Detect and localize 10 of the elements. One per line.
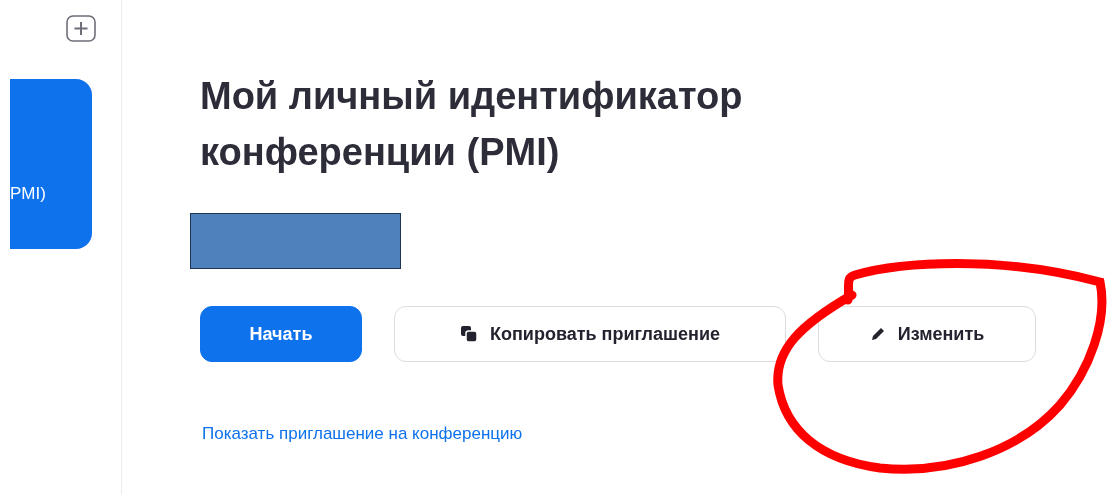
meeting-id-tile[interactable]: PMI) — [10, 79, 92, 249]
start-button[interactable]: Начать — [200, 306, 362, 362]
show-invitation-link[interactable]: Показать приглашение на конференцию — [202, 424, 523, 444]
edit-button[interactable]: Изменить — [818, 306, 1036, 362]
page-title: Мой личный идентификатор конференции (PMI) — [200, 74, 744, 175]
copy-invitation-button[interactable]: Копировать приглашение — [394, 306, 786, 362]
tile-label: PMI) — [10, 184, 46, 204]
pencil-icon — [869, 326, 886, 342]
copy-icon — [460, 325, 478, 343]
add-icon[interactable] — [66, 15, 96, 42]
